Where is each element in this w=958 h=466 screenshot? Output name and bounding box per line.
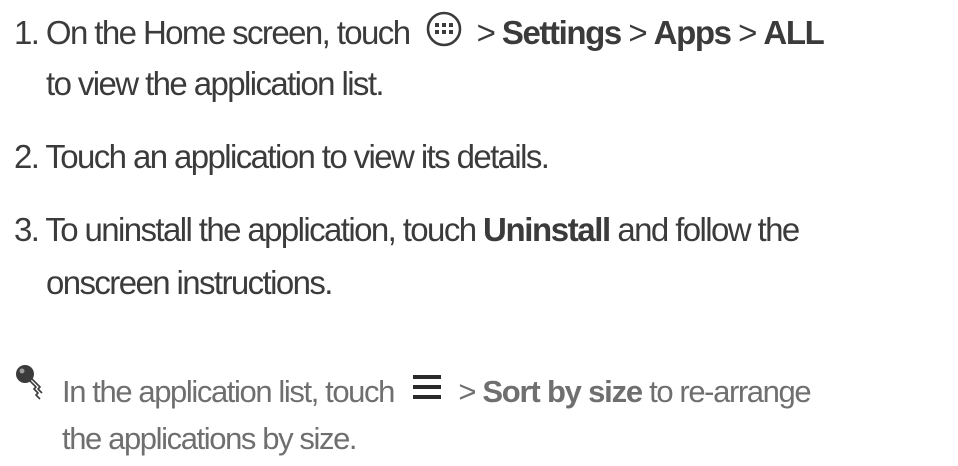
step-1-number: 1.: [14, 14, 40, 52]
settings-label: Settings: [501, 14, 622, 52]
tip-text-post: to re-arrange: [649, 374, 811, 409]
step-3-line-1: 3. To uninstall the application, touch U…: [14, 210, 800, 250]
tip-continuation: the applications by size.: [62, 421, 358, 456]
step-1-continuation: to view the application list.: [46, 65, 385, 102]
step-2-text: Touch an application to view its details…: [45, 138, 550, 175]
breadcrumb-separator: >: [738, 14, 757, 52]
step-2-number: 2.: [14, 138, 40, 175]
sort-by-size-label: Sort by size: [482, 374, 643, 409]
tip-line-2: the applications by size.: [62, 420, 358, 458]
apps-label: Apps: [653, 14, 732, 52]
step-1-line-1: 1. On the Home screen, touch > Settings …: [14, 10, 825, 59]
all-label: ALL: [763, 14, 824, 52]
apps-launcher-icon: [425, 10, 463, 57]
breadcrumb-separator: >: [476, 14, 496, 52]
step-1-line-2: to view the application list.: [46, 64, 385, 104]
breadcrumb-separator: >: [458, 374, 476, 409]
step-3-line-2: onscreen instructions.: [46, 263, 333, 303]
tip-key-icon: [14, 363, 48, 403]
step-3-number: 3.: [14, 211, 40, 248]
step-3-text-post: and follow the: [617, 211, 800, 248]
tip-line-1: In the application list, touch > Sort by…: [62, 372, 812, 413]
instructions-document: 1. On the Home screen, touch > Settings …: [0, 0, 958, 466]
step-2-line: 2. Touch an application to view its deta…: [14, 137, 550, 177]
breadcrumb-separator: >: [628, 14, 647, 52]
uninstall-label: Uninstall: [483, 211, 611, 248]
step-1-text: On the Home screen, touch: [45, 14, 411, 52]
menu-icon: [411, 372, 443, 411]
tip-text: In the application list, touch: [62, 374, 395, 409]
step-3-continuation: onscreen instructions.: [46, 264, 333, 301]
step-3-text: To uninstall the application, touch: [45, 211, 477, 248]
